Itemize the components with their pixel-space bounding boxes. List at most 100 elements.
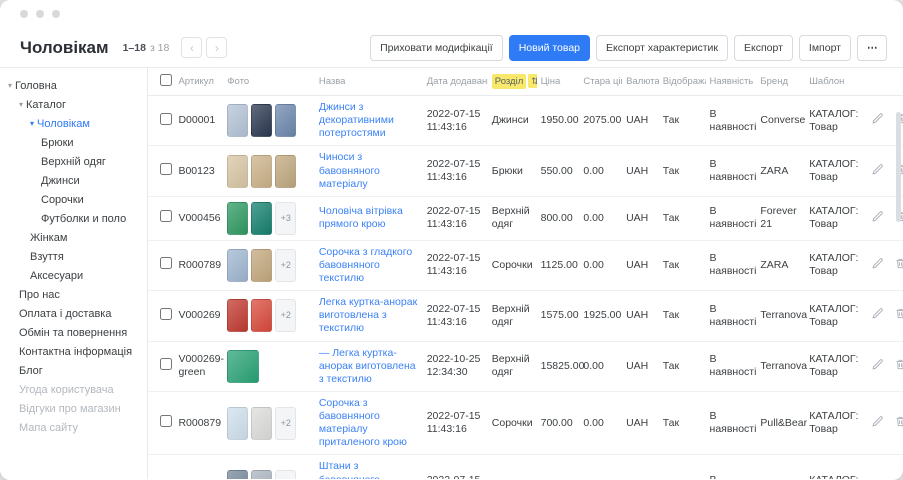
product-name-link[interactable]: Чиноси з бавовняного матеріалу: [319, 151, 419, 190]
edit-icon[interactable]: [871, 112, 884, 129]
row-checkbox[interactable]: [160, 358, 172, 370]
product-photo[interactable]: [275, 155, 296, 188]
export-characteristics-button[interactable]: Експорт характеристик: [596, 35, 728, 61]
delete-icon[interactable]: [894, 478, 903, 479]
more-photos-badge[interactable]: +2: [275, 470, 296, 479]
sidebar-item[interactable]: Про нас: [0, 285, 147, 304]
product-photo[interactable]: [251, 470, 272, 479]
product-photo[interactable]: [227, 350, 259, 383]
col-header-old-price[interactable]: Стара ціна: [579, 68, 622, 96]
product-name-link[interactable]: Чоловіча вітрівка прямого крою: [319, 205, 419, 231]
product-name-link[interactable]: Джинси з декоративними потертостями: [319, 101, 419, 140]
sidebar-item[interactable]: Сорочки: [0, 190, 147, 209]
row-checkbox[interactable]: [160, 257, 172, 269]
sidebar-item[interactable]: Блог: [0, 361, 147, 380]
window-minimize-button[interactable]: [36, 10, 44, 18]
vertical-scrollbar[interactable]: [896, 112, 901, 472]
sidebar-item[interactable]: Брюки: [0, 133, 147, 152]
hide-modifications-button[interactable]: Приховати модифікації: [370, 35, 503, 61]
sidebar-item[interactable]: ▾Головна: [0, 76, 147, 95]
window-zoom-button[interactable]: [52, 10, 60, 18]
edit-icon[interactable]: [871, 163, 884, 180]
edit-icon[interactable]: [871, 358, 884, 375]
export-button[interactable]: Експорт: [734, 35, 793, 61]
window-close-button[interactable]: [20, 10, 28, 18]
sidebar-item[interactable]: Жінкам: [0, 228, 147, 247]
product-photo[interactable]: [251, 249, 272, 282]
sidebar-item[interactable]: Обмін та повернення: [0, 323, 147, 342]
scrollbar-thumb[interactable]: [896, 112, 901, 222]
sidebar-item[interactable]: Взуття: [0, 247, 147, 266]
sidebar-item[interactable]: Мапа сайту: [0, 418, 147, 437]
row-checkbox[interactable]: [160, 113, 172, 125]
sidebar-item[interactable]: Джинси: [0, 171, 147, 190]
edit-icon[interactable]: [871, 257, 884, 274]
sort-icon[interactable]: ⇅: [528, 74, 536, 88]
row-checkbox[interactable]: [160, 308, 172, 320]
product-photo[interactable]: [251, 202, 272, 235]
sidebar-item[interactable]: Верхній одяг: [0, 152, 147, 171]
product-photo[interactable]: [227, 155, 248, 188]
product-photo[interactable]: [251, 155, 272, 188]
prev-page-button[interactable]: ‹: [181, 37, 202, 58]
row-checkbox[interactable]: [160, 415, 172, 427]
col-header-section[interactable]: Розділ⇅: [488, 68, 537, 96]
product-photo[interactable]: [275, 104, 296, 137]
more-photos-badge[interactable]: +2: [275, 299, 296, 332]
product-name-link[interactable]: Штани з бавовняного матеріалу прямого кр…: [319, 460, 419, 479]
sidebar-item[interactable]: ▾Каталог: [0, 95, 147, 114]
col-header-template[interactable]: Шаблон: [805, 68, 860, 96]
col-header-name[interactable]: Назва: [315, 68, 423, 96]
sidebar-item[interactable]: ▾Чоловікам: [0, 114, 147, 133]
edit-icon[interactable]: [871, 210, 884, 227]
new-product-button[interactable]: Новий товар: [509, 35, 590, 61]
next-page-button[interactable]: ›: [206, 37, 227, 58]
product-photo[interactable]: [251, 104, 272, 137]
col-header-brand[interactable]: Бренд: [756, 68, 805, 96]
sidebar-item[interactable]: Угода користувача: [0, 380, 147, 399]
col-header-availability[interactable]: Наявність: [706, 68, 757, 96]
col-header-currency[interactable]: Валюта: [622, 68, 659, 96]
sidebar-item-label: Жінкам: [30, 232, 67, 244]
availability-cell: В наявності: [706, 291, 757, 341]
select-all-checkbox[interactable]: [160, 74, 172, 86]
product-photo[interactable]: [227, 202, 248, 235]
import-button[interactable]: Імпорт: [799, 35, 851, 61]
product-photo[interactable]: [227, 407, 248, 440]
date-added: 2022-07-15: [427, 303, 484, 316]
product-photo[interactable]: [227, 249, 248, 282]
product-name-link[interactable]: — Легка куртка-анорак виготовлена з текс…: [319, 347, 419, 386]
sidebar-nav: ▾Головна▾Каталог▾ЧоловікамБрюкиВерхній о…: [0, 68, 148, 479]
row-checkbox[interactable]: [160, 163, 172, 175]
old-price-cell: 0.00: [579, 146, 622, 196]
product-photo[interactable]: [227, 470, 248, 479]
sidebar-item[interactable]: Оплата і доставка: [0, 304, 147, 323]
col-header-display[interactable]: Відображати: [659, 68, 706, 96]
edit-icon[interactable]: [871, 307, 884, 324]
product-name-link[interactable]: Сорочка з гладкого бавовняного текстилю: [319, 246, 419, 285]
edit-icon[interactable]: [871, 415, 884, 432]
product-name-link[interactable]: Сорочка з бавовняного матеріалу притален…: [319, 397, 419, 450]
product-photo[interactable]: [227, 104, 248, 137]
product-photo[interactable]: [251, 407, 272, 440]
col-header-date[interactable]: Дата додавання: [423, 68, 488, 96]
sidebar-item[interactable]: Контактна інформація: [0, 342, 147, 361]
template-cell: КАТАЛОГ: Товар: [805, 391, 860, 455]
col-header-sku[interactable]: Артикул: [174, 68, 223, 96]
sidebar-item[interactable]: Футболки и поло: [0, 209, 147, 228]
more-actions-button[interactable]: ⋯: [857, 35, 887, 61]
page-title: Чоловікам: [20, 38, 109, 58]
availability-cell: В наявності: [706, 196, 757, 240]
more-photos-badge[interactable]: +3: [275, 202, 296, 235]
col-header-price[interactable]: Ціна: [537, 68, 580, 96]
more-photos-badge[interactable]: +2: [275, 249, 296, 282]
more-photos-badge[interactable]: +2: [275, 407, 296, 440]
old-price-cell: 0.00: [579, 391, 622, 455]
sidebar-item[interactable]: Відгуки про магазин: [0, 399, 147, 418]
product-photo[interactable]: [227, 299, 248, 332]
edit-icon[interactable]: [871, 478, 884, 479]
product-photo[interactable]: [251, 299, 272, 332]
row-checkbox[interactable]: [160, 210, 172, 222]
product-name-link[interactable]: Легка куртка-анорак виготовлена з тексти…: [319, 296, 419, 335]
sidebar-item[interactable]: Аксесуари: [0, 266, 147, 285]
